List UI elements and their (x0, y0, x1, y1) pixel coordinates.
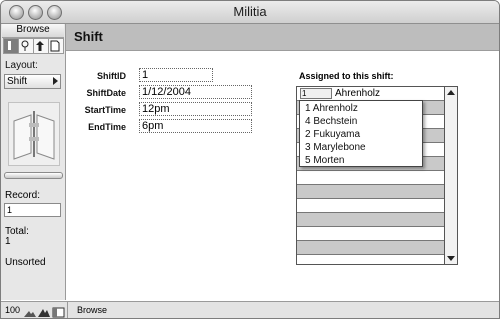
start-time-field[interactable]: 12pm (139, 102, 252, 116)
dropdown-item[interactable]: 1 Ahrenholz (300, 102, 422, 115)
shift-id-field[interactable]: 1 (139, 68, 213, 82)
portal-row[interactable] (297, 171, 445, 185)
portal-row[interactable] (297, 199, 445, 213)
total-value: 1 (5, 236, 11, 247)
shift-date-field[interactable]: 1/12/2004 (139, 85, 252, 99)
portal-row[interactable] (297, 241, 445, 255)
zoom-in-icon (38, 309, 50, 317)
popup-arrow-icon (53, 77, 58, 85)
portal-scrollbar[interactable] (444, 87, 457, 264)
scroll-up-icon[interactable] (447, 90, 455, 95)
record-label: Record: (5, 190, 41, 201)
status-divider (67, 302, 68, 318)
book-icon[interactable] (8, 102, 60, 166)
app-window: Militia Browse Layout: Shift Record: 1 T… (0, 0, 500, 319)
portal-row[interactable]: 1 Ahrenholz (297, 87, 445, 101)
end-time-label: EndTime (88, 122, 126, 132)
portal-row[interactable] (297, 227, 445, 241)
preview-tool-icon[interactable] (48, 38, 64, 54)
layout-body: ShiftID 1 ShiftDate 1/12/2004 StartTime … (66, 51, 499, 301)
value-list-dropdown: 1 Ahrenholz 4 Bechstein 2 Fukuyama 3 Mar… (299, 100, 423, 167)
sort-status: Unsorted (5, 257, 46, 268)
zoom-out-icon (24, 311, 36, 317)
zoom-level[interactable]: 100 (5, 305, 20, 315)
scroll-down-icon[interactable] (447, 256, 455, 261)
find-tool-icon[interactable] (18, 38, 34, 54)
layout-label: Layout: (5, 60, 38, 71)
dropdown-item[interactable]: 4 Bechstein (300, 115, 422, 128)
browse-tool-icon[interactable] (3, 38, 19, 54)
portal-row[interactable] (297, 213, 445, 227)
record-number-input[interactable]: 1 (4, 203, 61, 217)
portal-row-id[interactable]: 1 (300, 88, 332, 99)
dropdown-item[interactable]: 2 Fukuyama (300, 128, 422, 141)
record-slider[interactable] (4, 172, 63, 179)
portal-row-name: Ahrenholz (335, 88, 381, 99)
start-time-label: StartTime (84, 105, 126, 115)
status-bar: 100 Browse (1, 301, 499, 318)
dropdown-item[interactable]: 5 Morten (300, 154, 422, 167)
status-area: Browse Layout: Shift Record: 1 Total: 1 … (1, 24, 66, 300)
status-mode[interactable]: Browse (77, 305, 107, 315)
mode-tools (3, 38, 64, 54)
title-bar: Militia (1, 1, 499, 24)
dropdown-item[interactable]: 3 Marylebone (300, 141, 422, 154)
layout-header: Shift (66, 24, 499, 51)
shift-date-label: ShiftDate (86, 88, 126, 98)
portal-label: Assigned to this shift: (299, 71, 394, 81)
shift-id-label: ShiftID (97, 71, 126, 81)
toggle-status-area-icon (52, 307, 65, 318)
mode-label: Browse (2, 24, 64, 38)
layout-value: Shift (7, 76, 28, 87)
layout-tool-icon[interactable] (33, 38, 49, 54)
end-time-field[interactable]: 6pm (139, 119, 252, 133)
layout-popup[interactable]: Shift (4, 74, 61, 89)
portal-row[interactable] (297, 185, 445, 199)
zoom-controls (23, 305, 65, 318)
layout-title: Shift (74, 29, 103, 44)
window-title: Militia (233, 4, 267, 19)
